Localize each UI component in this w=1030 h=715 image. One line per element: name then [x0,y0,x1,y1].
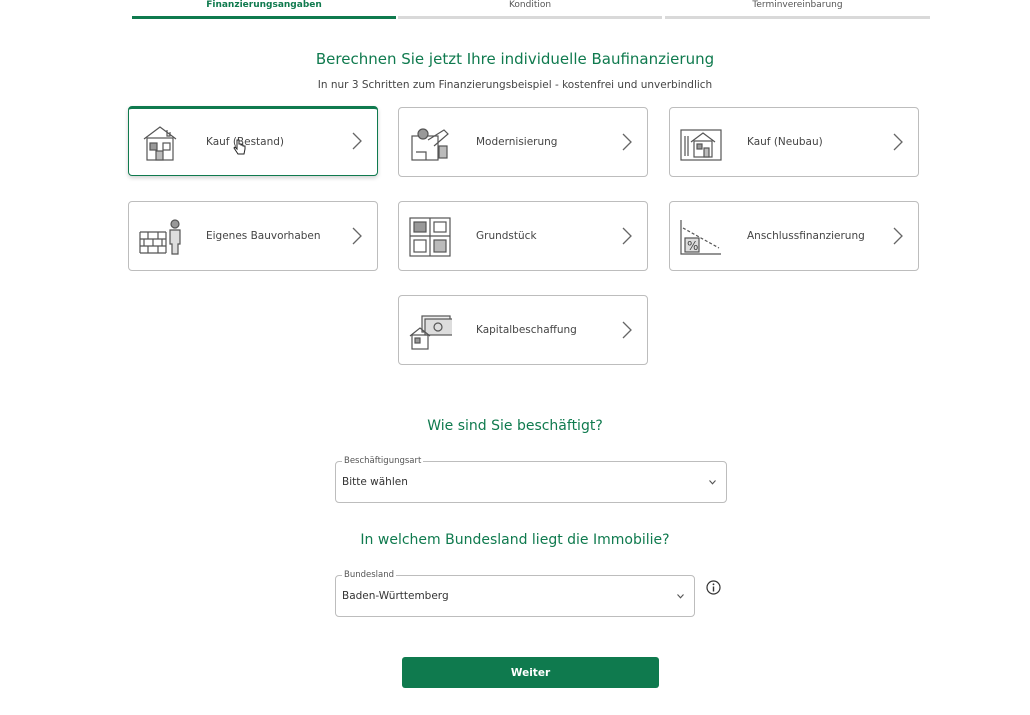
svg-text:%: % [687,239,698,253]
property-plot-icon [409,217,451,257]
house-existing-icon [143,126,177,161]
option-label: Modernisierung [476,136,558,148]
step-progress-bar [665,16,930,19]
page-subtitle: In nur 3 Schritten zum Finanzierungsbeis… [317,79,713,91]
step-financing-details: Finanzierungsangaben [132,0,396,20]
chevron-right-icon [893,227,903,245]
option-label: Kapitalbeschaffung [476,324,577,336]
federal-state-value: Baden-Württemberg [342,590,449,602]
renovation-icon [411,128,449,161]
page-title: Berechnen Sie jetzt Ihre individuelle Ba… [315,50,715,68]
step-label: Kondition [508,0,552,10]
chevron-right-icon [622,133,632,151]
chevron-right-icon [352,227,362,245]
employment-type-value: Bitte wählen [342,476,408,488]
capital-money-icon [409,315,452,350]
chevron-right-icon [622,321,632,339]
percentage-chart-icon: % [680,220,721,255]
step-progress-bar [398,16,662,19]
step-label: Terminvereinbarung [752,0,843,10]
option-label: Grundstück [476,230,537,242]
option-card-anschlussfinanzierung[interactable]: % Anschlussfinanzierung [669,201,919,271]
continue-button[interactable]: Weiter [402,657,659,688]
chevron-right-icon [352,132,362,150]
option-card-modernisierung[interactable]: Modernisierung [398,107,648,177]
chevron-right-icon [893,133,903,151]
hand-cursor-icon [233,139,246,155]
option-label: Anschlussfinanzierung [747,230,865,242]
option-label: Eigenes Bauvorhaben [206,230,321,242]
progress-stepper: Finanzierungsangaben Kondition Terminver… [132,0,930,20]
federal-state-select[interactable]: Bundesland Baden-Württemberg [335,570,695,617]
new-building-icon [680,129,722,161]
step-progress-bar [132,16,396,19]
step-condition: Kondition [398,0,662,20]
chevron-down-icon [709,480,716,485]
option-card-kapitalbeschaffung[interactable]: Kapitalbeschaffung [398,295,648,365]
employment-type-select[interactable]: Beschäftigungsart Bitte wählen [335,456,727,503]
chevron-right-icon [622,227,632,245]
step-appointment: Terminvereinbarung [665,0,930,20]
option-card-grundstueck[interactable]: Grundstück [398,201,648,271]
option-card-kauf-bestand[interactable]: Kauf (Bestand) [128,106,378,176]
chevron-down-icon [677,594,684,599]
employment-question: Wie sind Sie beschäftigt? [427,418,603,434]
option-card-kauf-neubau[interactable]: Kauf (Neubau) [669,107,919,177]
option-label: Kauf (Neubau) [747,136,823,148]
option-card-eigenes-bauvorhaben[interactable]: Eigenes Bauvorhaben [128,201,378,271]
step-label: Finanzierungsangaben [206,0,322,10]
info-icon[interactable] [706,580,721,595]
builder-bricks-icon [139,219,181,255]
state-question: In welchem Bundesland liegt die Immobili… [360,532,670,548]
